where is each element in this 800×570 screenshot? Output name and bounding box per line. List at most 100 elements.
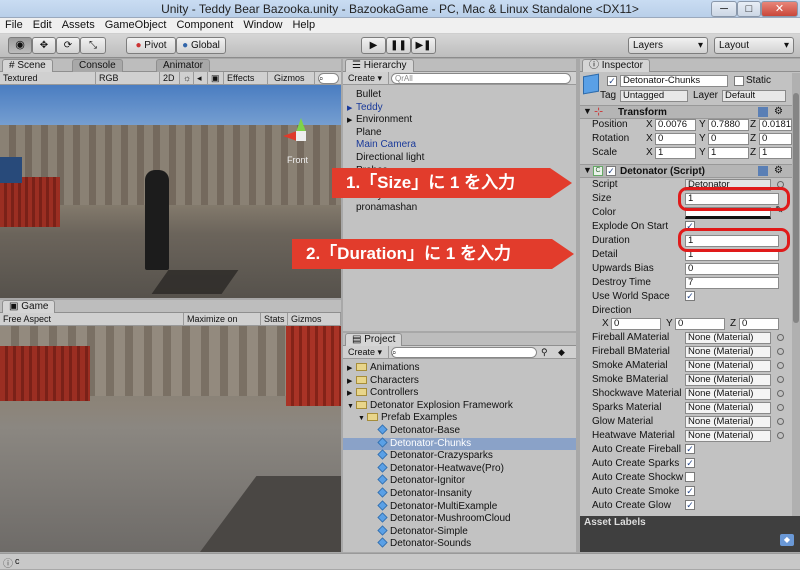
label-tag-icon[interactable]: ◆ — [780, 534, 794, 546]
tab-animator[interactable]: Animator — [156, 59, 211, 72]
filter-type-icon[interactable]: ⚲ — [541, 347, 548, 358]
tab-hierarchy[interactable]: ☰ Hierarchy — [345, 59, 414, 72]
hierarchy-item[interactable]: ▶ Environment — [347, 114, 412, 127]
gear-icon[interactable]: ⚙ — [774, 165, 783, 176]
hierarchy-item[interactable]: Plane — [347, 127, 382, 140]
tab-console[interactable]: Console — [72, 59, 123, 72]
scene-gizmos-dropdown[interactable]: Gizmos — [271, 72, 315, 85]
auto-create-checkbox[interactable]: ✓ — [685, 444, 695, 454]
detonator-script-header[interactable]: ▼ C ✓ Detonator (Script) ⚙ — [580, 164, 792, 178]
object-picker-icon[interactable] — [777, 348, 784, 355]
object-picker-icon[interactable] — [777, 432, 784, 439]
project-prefab-item[interactable]: Detonator-Ignitor — [343, 474, 576, 488]
auto-create-checkbox[interactable] — [685, 472, 695, 482]
maximize-button[interactable]: □ — [737, 1, 761, 17]
move-tool-button[interactable]: ✥ — [32, 37, 56, 54]
menu-assets[interactable]: Assets — [57, 18, 100, 32]
layout-dropdown[interactable]: Layout ▾ — [714, 37, 794, 54]
audio-toggle[interactable]: ◂ — [194, 72, 208, 85]
project-folder-item[interactable]: ▼ Prefab Examples — [343, 412, 576, 425]
project-folder-item[interactable]: ▶ Characters — [343, 375, 576, 388]
expand-arrow-icon[interactable]: ▶ — [347, 103, 356, 115]
transform-scale-y-field[interactable]: 1 — [708, 147, 749, 159]
expand-arrow-icon[interactable]: ▶ — [347, 388, 356, 400]
expand-arrow-icon[interactable]: ▼ — [358, 413, 367, 425]
scale-tool-button[interactable]: ⤡ — [80, 37, 106, 54]
tab-game[interactable]: ▣ Game — [2, 300, 56, 313]
image-toggle[interactable]: ▣ — [208, 72, 224, 85]
transform-position-z-field[interactable]: 0.0181 — [759, 119, 792, 131]
material-field[interactable]: None (Material) — [685, 416, 771, 428]
lighting-toggle[interactable]: ☼ — [180, 72, 194, 85]
hierarchy-item[interactable]: pronamashan — [347, 202, 417, 215]
layer-dropdown[interactable]: Default — [722, 90, 786, 102]
dir-x-field[interactable]: 0 — [611, 318, 661, 330]
play-button[interactable]: ▶ — [361, 37, 386, 54]
close-button[interactable]: ✕ — [761, 1, 798, 17]
script-enabled-checkbox[interactable]: ✓ — [606, 166, 616, 176]
gear-icon[interactable]: ⚙ — [774, 106, 783, 117]
hierarchy-item[interactable]: ▶ Teddy — [347, 102, 383, 115]
transform-position-y-field[interactable]: 0.7880 — [708, 119, 749, 131]
dir-z-field[interactable]: 0 — [739, 318, 779, 330]
tab-scene[interactable]: # Scene — [2, 59, 53, 72]
color-mode-dropdown[interactable]: RGB — [96, 72, 160, 85]
project-prefab-item[interactable]: Detonator-Simple — [343, 525, 576, 539]
project-prefab-item[interactable]: Detonator-Heatwave(Pro) — [343, 462, 576, 476]
material-field[interactable]: None (Material) — [685, 402, 771, 414]
project-create-dropdown[interactable]: Create ▾ — [345, 346, 389, 359]
object-name-field[interactable]: Detonator-Chunks — [620, 75, 728, 87]
project-folder-item[interactable]: ▼ Detonator Explosion Framework — [343, 400, 576, 413]
inspector-scrollbar[interactable] — [792, 73, 800, 516]
hierarchy-search-input[interactable]: QrAll — [391, 73, 571, 84]
aspect-dropdown[interactable]: Free Aspect — [0, 313, 184, 326]
object-picker-icon[interactable] — [777, 390, 784, 397]
expand-arrow-icon[interactable]: ▶ — [347, 376, 356, 388]
scene-orientation-gizmo[interactable] — [283, 118, 319, 154]
minimize-button[interactable]: ─ — [711, 1, 737, 17]
effects-dropdown[interactable]: Effects — [224, 72, 268, 85]
pause-button[interactable]: ❚❚ — [386, 37, 411, 54]
inspector-scroll-thumb[interactable] — [793, 93, 799, 323]
auto-create-checkbox[interactable]: ✓ — [685, 500, 695, 510]
expand-arrow-icon[interactable]: ▼ — [347, 401, 356, 413]
expand-arrow-icon[interactable]: ▶ — [347, 363, 356, 375]
auto-create-checkbox[interactable]: ✓ — [685, 458, 695, 468]
transform-rotation-z-field[interactable]: 0 — [759, 133, 792, 145]
object-picker-icon[interactable] — [777, 418, 784, 425]
game-gizmos-dropdown[interactable]: Gizmos — [288, 313, 341, 326]
render-mode-dropdown[interactable]: Textured — [0, 72, 96, 85]
game-viewport[interactable] — [0, 326, 341, 552]
transform-header[interactable]: ▼ ⊹ Transform ⚙ — [580, 105, 792, 119]
menu-component[interactable]: Component — [171, 18, 238, 32]
expand-arrow-icon[interactable]: ▶ — [347, 115, 356, 127]
material-field[interactable]: None (Material) — [685, 360, 771, 372]
material-field[interactable]: None (Material) — [685, 388, 771, 400]
scene-viewport[interactable]: Front — [0, 85, 341, 298]
object-active-checkbox[interactable]: ✓ — [607, 76, 617, 86]
project-prefab-item[interactable]: Detonator-Crazysparks — [343, 449, 576, 463]
material-field[interactable]: None (Material) — [685, 346, 771, 358]
object-picker-icon[interactable] — [777, 376, 784, 383]
destroy-field[interactable]: 7 — [685, 277, 779, 289]
transform-position-x-field[interactable]: 0.0076 — [655, 119, 696, 131]
layers-dropdown[interactable]: Layers ▾ — [628, 37, 708, 54]
object-picker-icon[interactable] — [777, 334, 784, 341]
object-picker-icon[interactable] — [777, 362, 784, 369]
hierarchy-create-dropdown[interactable]: Create ▾ — [345, 72, 389, 85]
filter-label-icon[interactable]: ◆ — [558, 347, 565, 358]
stats-toggle[interactable]: Stats — [261, 313, 288, 326]
project-folder-item[interactable]: ▶ Animations — [343, 362, 576, 375]
upwards-field[interactable]: 0 — [685, 263, 779, 275]
menu-help[interactable]: Help — [287, 18, 320, 32]
project-prefab-item[interactable]: Detonator-Insanity — [343, 487, 576, 501]
world-space-checkbox[interactable]: ✓ — [685, 291, 695, 301]
auto-create-checkbox[interactable]: ✓ — [685, 486, 695, 496]
dir-y-field[interactable]: 0 — [675, 318, 725, 330]
rotate-tool-button[interactable]: ⟳ — [56, 37, 80, 54]
tab-inspector[interactable]: ⓘ Inspector — [582, 59, 650, 72]
transform-scale-z-field[interactable]: 1 — [759, 147, 792, 159]
project-folder-item[interactable]: ▶ Controllers — [343, 387, 576, 400]
help-book-icon[interactable] — [758, 166, 768, 176]
menu-window[interactable]: Window — [238, 18, 287, 32]
